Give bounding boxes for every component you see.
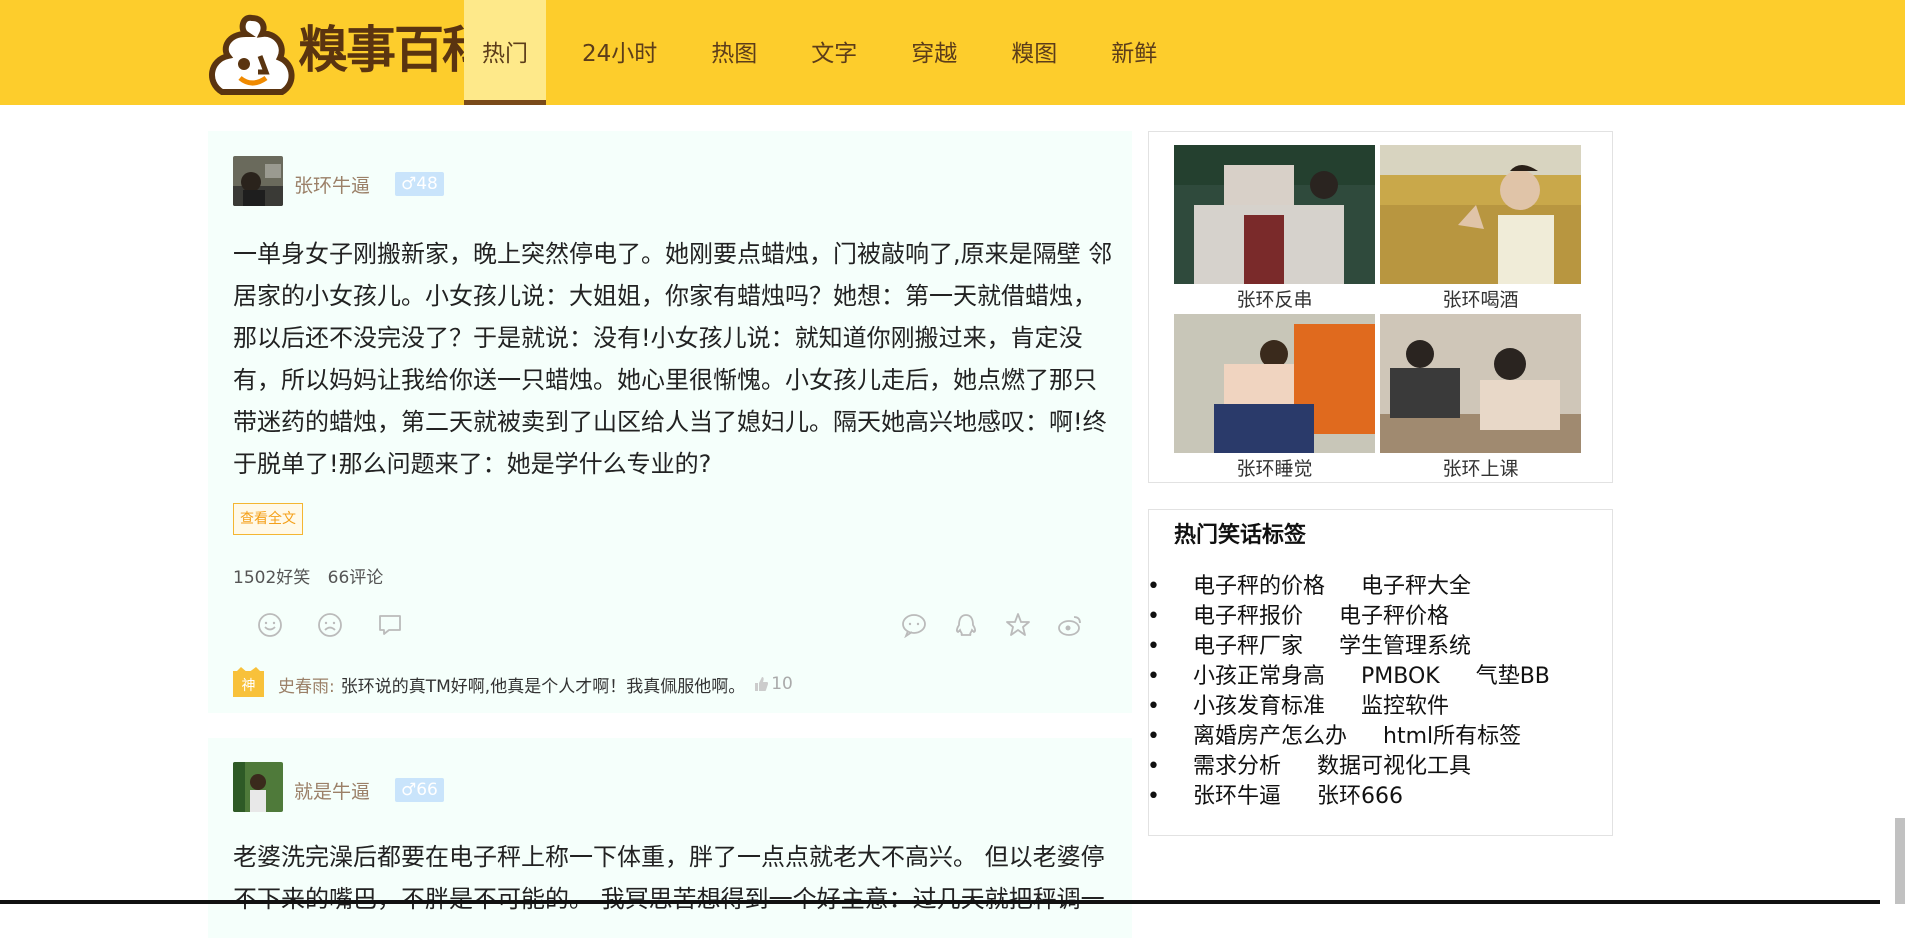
photo-caption[interactable]: 张环反串 [1174,285,1375,312]
tag-link[interactable]: 电子秤报价 [1193,602,1303,632]
nav-funny-images[interactable]: 糗图 [993,0,1075,105]
tag-link[interactable]: 学生管理系统 [1339,632,1471,662]
photo-thumbnail[interactable] [1174,145,1375,284]
tag-row: 离婚房产怎么办 html所有标签 [1147,722,1586,752]
tag-link[interactable]: 气垫BB [1476,662,1550,692]
tag-link[interactable]: 监控软件 [1361,692,1449,722]
photo-thumbnail[interactable] [1380,314,1581,453]
hot-tags-list: 电子秤的价格 电子秤大全 电子秤报价 电子秤价格 电子秤厂家 学生管理系统 小孩正常身… [1147,572,1586,812]
thumbs-up-icon [755,677,769,691]
tag-link[interactable]: 张环666 [1317,782,1403,812]
photo-caption[interactable]: 张环喝酒 [1380,285,1581,312]
tag-row: 需求分析 数据可视化工具 [1147,752,1586,782]
god-comment: 神 史春雨: 张环说的真TM好啊,他真是个人才啊！我真佩服他啊。 10 [233,667,793,697]
scrollbar-thumb[interactable] [1895,818,1905,904]
qq-share-icon[interactable] [952,611,980,639]
tag-link[interactable]: 小孩发育标准 [1193,692,1325,722]
nav-hot-images[interactable]: 热图 [693,0,775,105]
tag-link[interactable]: PMBOK [1361,662,1440,692]
tag-row: 电子秤厂家 学生管理系统 [1147,632,1586,662]
username[interactable]: 就是牛逼 [294,777,370,804]
god-comment-badge: 神 [233,667,264,697]
comment-like-count: 10 [771,674,793,694]
post-content[interactable]: 老婆洗完澡后都要在电子秤上称一下体重，胖了一点点就老大不高兴。 但以老婆停不下来… [233,836,1113,920]
top-header: 糗事百科 热门 24小时 热图 文字 穿越 糗图 新鲜 [0,0,1905,105]
tag-link[interactable]: 张环牛逼 [1193,782,1281,812]
comment-icon[interactable] [376,611,404,639]
username[interactable]: 张环牛逼 [294,171,370,198]
tag-row: 张环牛逼 张环666 [1147,782,1586,812]
post-content[interactable]: 一单身女子刚搬新家，晚上突然停电了。她刚要点蜡烛，门被敲响了,原来是隔壁 邻居家… [233,233,1113,485]
funny-count: 1502好笑 [233,568,311,588]
photo-caption[interactable]: 张环睡觉 [1174,454,1375,481]
comment-text: 张环说的真TM好啊,他真是个人才啊！我真佩服他啊。 [340,676,746,697]
nav-hot[interactable]: 热门 [464,0,546,105]
photo-thumbnail[interactable] [1380,145,1581,284]
gender-age-badge: ♂48 [395,172,444,196]
tag-link[interactable]: 数据可视化工具 [1317,752,1471,782]
nav-24h[interactable]: 24小时 [564,0,675,105]
nav-history[interactable]: 穿越 [893,0,975,105]
nav-fresh[interactable]: 新鲜 [1093,0,1175,105]
weibo-share-icon[interactable] [1056,611,1084,639]
avatar[interactable] [233,762,283,812]
avatar[interactable] [233,156,283,206]
logo-text: 糗事百科 [298,20,492,79]
post-card: 就是牛逼 ♂66 老婆洗完澡后都要在电子秤上称一下体重，胖了一点点就老大不高兴。… [208,738,1132,938]
qzone-share-icon[interactable] [1004,611,1032,639]
gender-age-badge: ♂66 [395,778,444,802]
read-more-button[interactable]: 查看全文 [233,503,303,535]
hot-tags-panel: 热门笑话标签 电子秤的价格 电子秤大全 电子秤报价 电子秤价格 电子秤厂家 学生管理系… [1148,509,1613,836]
comment-count[interactable]: 66评论 [328,568,384,588]
comment-username[interactable]: 史春雨: [278,672,335,697]
wechat-share-icon[interactable] [900,611,928,639]
post-stats: 1502好笑 66评论 [233,563,395,588]
tag-link[interactable]: 电子秤厂家 [1193,632,1303,662]
nav-text[interactable]: 文字 [793,0,875,105]
sad-vote-icon[interactable] [316,611,344,639]
featured-photos: 张环反串 张环喝酒 张环睡觉 张环上课 [1148,131,1613,483]
tag-row: 小孩正常身高 PMBOK 气垫BB [1147,662,1586,692]
smile-vote-icon[interactable] [256,611,284,639]
vote-actions [256,611,404,639]
tag-link[interactable]: 电子秤价格 [1339,602,1449,632]
tag-link[interactable]: 需求分析 [1193,752,1281,782]
tag-link[interactable]: 电子秤的价格 [1193,572,1325,602]
tag-link[interactable]: 电子秤大全 [1361,572,1471,602]
tag-row: 小孩发育标准 监控软件 [1147,692,1586,722]
tag-link[interactable]: html所有标签 [1383,722,1521,752]
share-actions [900,611,1084,639]
hot-tags-title: 热门笑话标签 [1174,523,1307,548]
tag-link[interactable]: 离婚房产怎么办 [1193,722,1347,752]
post-card: 张环牛逼 ♂48 一单身女子刚搬新家，晚上突然停电了。她刚要点蜡烛，门被敲响了,… [208,131,1132,713]
photo-caption[interactable]: 张环上课 [1380,454,1581,481]
window-bottom-border [0,900,1880,904]
photo-thumbnail[interactable] [1174,314,1375,453]
tag-link[interactable]: 小孩正常身高 [1193,662,1325,692]
tag-row: 电子秤的价格 电子秤大全 [1147,572,1586,602]
tag-row: 电子秤报价 电子秤价格 [1147,602,1586,632]
comment-likes[interactable]: 10 [753,674,793,694]
god-comment-tag: 神 [241,678,256,694]
main-nav: 热门 24小时 热图 文字 穿越 糗图 新鲜 [464,0,1193,105]
